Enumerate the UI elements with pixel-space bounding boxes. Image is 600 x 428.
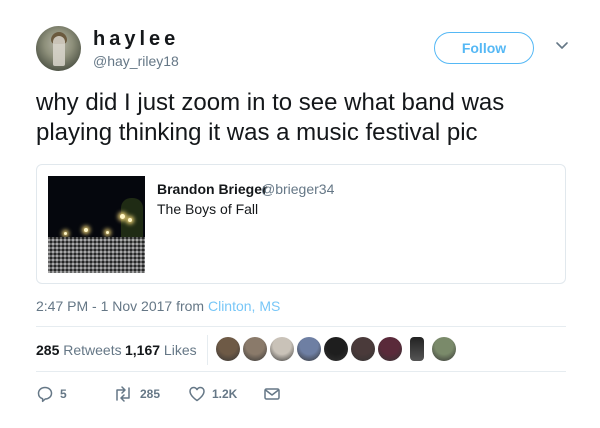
avatar-figure [53, 36, 65, 66]
divider [36, 371, 566, 372]
tweet-header: haylee @hay_riley18 Follow [36, 26, 576, 76]
liker-avatar[interactable] [410, 337, 424, 361]
reply-count: 5 [60, 387, 67, 401]
liker-avatar[interactable] [243, 337, 267, 361]
image-light [128, 218, 132, 222]
quoted-user-handle[interactable]: @brieger34 [261, 181, 334, 197]
retweet-button[interactable]: 285 [112, 384, 160, 404]
image-crowd-texture [48, 237, 145, 273]
image-light [64, 232, 67, 235]
chevron-down-icon[interactable] [555, 39, 569, 53]
tweet-actions: 5 285 1.2K [36, 384, 336, 404]
likes-stat[interactable]: 1,167 Likes [125, 342, 197, 358]
image-light [120, 214, 125, 219]
retweet-count: 285 [140, 387, 161, 401]
image-light [84, 228, 88, 232]
heart-icon [188, 385, 206, 403]
tweet-text-line-1: why did I just zoom in to see what band … [36, 89, 505, 116]
display-name[interactable]: haylee [93, 28, 179, 51]
tweet-text-line-2: playing thinking it was a music festival… [36, 119, 478, 146]
quoted-tweet-card[interactable]: Brandon Brieger @brieger34 The Boys of F… [36, 164, 566, 284]
liker-avatar[interactable] [351, 337, 375, 361]
direct-message-button[interactable] [263, 384, 281, 404]
liker-avatar[interactable] [270, 337, 294, 361]
like-button[interactable]: 1.2K [188, 384, 237, 404]
liker-avatar[interactable] [324, 337, 348, 361]
liker-avatar[interactable] [432, 337, 456, 361]
like-count: 1.2K [212, 387, 238, 401]
tweet-stats: 285 Retweets 1,167 Likes [36, 335, 566, 365]
reply-icon [36, 385, 54, 403]
retweets-stat[interactable]: 285 Retweets [36, 342, 122, 358]
stats-separator [207, 335, 208, 365]
liker-avatar[interactable] [378, 337, 402, 361]
retweets-count: 285 [36, 342, 60, 358]
likes-count: 1,167 [125, 342, 161, 358]
tweet-timestamp: 2:47 PM - 1 Nov 2017 from Clinton, MS [36, 298, 280, 314]
retweets-label: Retweets [59, 342, 122, 358]
user-avatar[interactable] [36, 26, 81, 71]
divider [36, 326, 566, 327]
likes-label: Likes [160, 342, 197, 358]
timestamp-text[interactable]: 2:47 PM - 1 Nov 2017 from [36, 298, 208, 314]
location-link[interactable]: Clinton, MS [208, 298, 280, 314]
follow-button[interactable]: Follow [434, 32, 534, 64]
user-handle[interactable]: @hay_riley18 [93, 53, 179, 69]
tweet-text: why did I just zoom in to see what band … [36, 88, 576, 148]
liker-avatar[interactable] [297, 337, 321, 361]
envelope-icon [263, 385, 281, 403]
quoted-tweet-text: The Boys of Fall [157, 201, 259, 217]
liker-avatar[interactable] [216, 337, 240, 361]
quoted-user-name[interactable]: Brandon Brieger [157, 181, 267, 197]
reply-button[interactable]: 5 [36, 384, 67, 404]
retweet-icon [112, 385, 134, 403]
image-light [106, 231, 109, 234]
quoted-tweet-image[interactable] [48, 176, 145, 273]
